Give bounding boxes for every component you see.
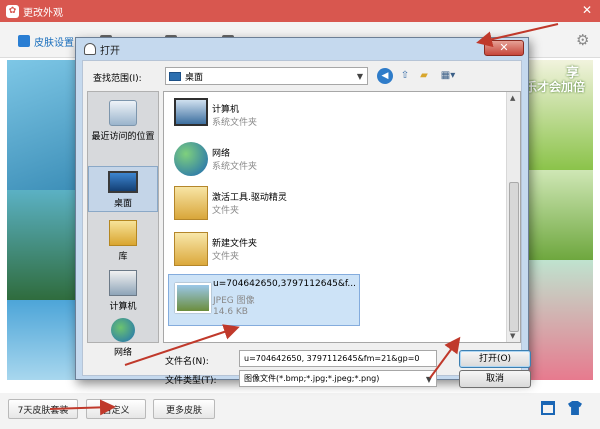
list-item[interactable]: 计算机 系统文件夹 — [168, 96, 358, 138]
folder-icon — [174, 186, 208, 220]
back-icon[interactable]: ◀ — [377, 68, 393, 84]
gear-icon[interactable]: ⚙ — [576, 31, 594, 49]
list-item[interactable]: 网络 系统文件夹 — [168, 140, 358, 182]
chevron-down-icon: ▼ — [425, 375, 432, 384]
tab-label: 皮肤设置 — [34, 37, 74, 49]
up-folder-icon[interactable]: ⇧ — [397, 68, 413, 84]
file-type-value: 图像文件(*.bmp;*.jpg;*.jpeg;*.png) — [244, 374, 380, 383]
dialog-body: 查找范围(I): 桌面 ▼ ◀ ⇧ ▰ ▦▾ 最近访问的位置 桌面 库 计算机 … — [82, 60, 531, 388]
shirt-icon — [18, 35, 30, 47]
place-library[interactable]: 库 — [88, 220, 158, 262]
look-in-value: 桌面 — [185, 72, 204, 83]
open-file-dialog: 打开 ✕ 查找范围(I): 桌面 ▼ ◀ ⇧ ▰ ▦▾ 最近访问的位置 桌面 库 — [75, 37, 531, 388]
places-bar: 最近访问的位置 桌面 库 计算机 网络 — [87, 91, 159, 358]
desktop-icon — [108, 171, 138, 193]
file-type: 文件夹 — [212, 206, 240, 216]
network-icon — [174, 142, 208, 176]
computer-icon — [174, 98, 208, 126]
list-item[interactable]: 新建文件夹 文件夹 — [168, 230, 358, 272]
file-list: 计算机 系统文件夹 网络 系统文件夹 激活工具.驱动精灵 文件夹 新建文件夹 文… — [163, 91, 521, 343]
skin-thumbnail[interactable] — [527, 170, 593, 260]
place-label: 最近访问的位置 — [91, 132, 155, 142]
file-size: 14.6 KB — [213, 307, 248, 317]
window-close-button[interactable]: ✕ — [582, 3, 592, 17]
dialog-title: 打开 — [100, 45, 120, 57]
file-type-label: 文件类型(T): — [165, 376, 217, 386]
file-name: u=704642650,3797112645&f... — [213, 279, 357, 289]
folder-icon — [174, 232, 208, 266]
list-item-selected[interactable]: u=704642650,3797112645&f... JPEG 图像 14.6… — [168, 274, 360, 326]
place-network[interactable]: 网络 — [88, 318, 158, 358]
seven-day-skin-button[interactable]: 7天皮肤套装 — [8, 399, 78, 419]
more-skins-button[interactable]: 更多皮肤 — [153, 399, 215, 419]
skin-thumbnail[interactable] — [7, 300, 79, 380]
window-mode-icon[interactable] — [541, 401, 555, 415]
place-label: 桌面 — [113, 199, 132, 209]
file-name-input[interactable]: u=704642650, 3797112645&fm=21&gp=0 — [239, 350, 437, 367]
new-folder-icon[interactable]: ▰ — [416, 68, 432, 84]
app-ghost-icon — [84, 43, 96, 55]
skin-thumbnail[interactable] — [527, 260, 593, 380]
file-type: 文件夹 — [212, 252, 240, 262]
file-name: 新建文件夹 — [212, 239, 258, 249]
file-type: JPEG 图像 — [213, 296, 255, 306]
app-logo-icon: ✿ — [6, 4, 19, 18]
place-label: 库 — [118, 252, 128, 262]
skin-thumbnail[interactable] — [527, 60, 593, 170]
skin-thumbnail[interactable] — [7, 60, 79, 190]
chevron-down-icon: ▼ — [356, 72, 363, 81]
look-in-select[interactable]: 桌面 ▼ — [165, 67, 368, 85]
file-type: 系统文件夹 — [212, 118, 258, 128]
file-type: 系统文件夹 — [212, 162, 258, 172]
recent-places-icon — [109, 100, 137, 126]
window-title: 更改外观 — [23, 7, 63, 19]
tab-skin-settings[interactable]: 皮肤设置 — [18, 32, 74, 50]
place-label: 网络 — [113, 348, 132, 358]
custom-skin-button[interactable]: 自定义 — [86, 399, 146, 419]
place-label: 计算机 — [109, 302, 137, 312]
library-icon — [109, 220, 137, 246]
place-computer[interactable]: 计算机 — [88, 270, 158, 312]
place-desktop[interactable]: 桌面 — [88, 166, 158, 212]
image-thumbnail-icon — [175, 283, 211, 313]
desktop-icon — [169, 71, 181, 81]
file-name: 计算机 — [212, 105, 240, 115]
file-type-select[interactable]: 图像文件(*.bmp;*.jpg;*.jpeg;*.png) ▼ — [239, 370, 437, 387]
bottom-toolbar: 7天皮肤套装 自定义 更多皮肤 — [0, 393, 600, 429]
skin-thumbnail[interactable] — [7, 190, 79, 300]
network-icon — [111, 318, 135, 342]
computer-icon — [109, 270, 137, 296]
window-titlebar: ✿ 更改外观 ✕ — [0, 0, 600, 22]
file-list-scrollbar[interactable]: ▲ ▼ — [506, 92, 520, 342]
shirt-icon[interactable] — [568, 401, 582, 415]
view-menu-icon[interactable]: ▦▾ — [437, 68, 459, 84]
look-in-label: 查找范围(I): — [93, 74, 142, 84]
dialog-close-button[interactable]: ✕ — [484, 40, 524, 56]
file-name-label: 文件名(N): — [165, 357, 209, 367]
file-name: 激活工具.驱动精灵 — [212, 193, 287, 203]
scroll-up-icon[interactable]: ▲ — [510, 94, 515, 102]
cancel-button[interactable]: 取消 — [459, 370, 531, 388]
scroll-down-icon[interactable]: ▼ — [510, 332, 515, 340]
dialog-titlebar: 打开 ✕ — [76, 38, 528, 60]
place-recent[interactable]: 最近访问的位置 — [88, 100, 158, 142]
scrollbar-thumb[interactable] — [509, 182, 519, 332]
open-button[interactable]: 打开(O) — [459, 350, 531, 368]
file-name: 网络 — [212, 149, 231, 159]
list-item[interactable]: 激活工具.驱动精灵 文件夹 — [168, 184, 358, 226]
